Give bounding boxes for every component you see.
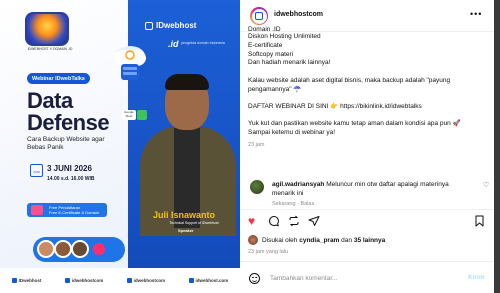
likes-user[interactable]: cyndia_pram [299,237,339,244]
footer-item: IDwebhost [11,278,41,283]
caption-paragraph: Kalau website adalah aset digital bisnis… [248,76,451,93]
footer-item: idwebhostcom [64,278,103,283]
play-icon [93,243,105,255]
calendar-icon: JUNI [30,164,43,177]
comment-username[interactable]: agil.wadriansyah [272,181,324,188]
profile-username[interactable]: idwebhostcom [274,11,323,18]
avatar [37,240,55,258]
comment-like-icon[interactable]: ♡ [483,181,489,189]
benefits-line2: Free E-Certificate & Domain [49,210,100,215]
reply-button[interactable]: Balas [300,201,314,207]
event-time: 14.00 s.d. 16.00 WIB [47,176,95,182]
speaker-label: Speaker [178,228,194,233]
tiktok-icon [126,278,132,283]
caption-paragraph: Diskon Hosting Unlimited E-certificate S… [248,33,331,67]
poster-subtitle: Cara Backup Website agar Bebas Panik [27,136,105,151]
post-image: IDWEBHOST X DOMAIN .ID IDwebhost .id pen… [0,0,240,293]
poster-title-line2: Defense [27,110,110,135]
idwebhost-logo-text: IDwebhost [156,21,197,30]
speaker-role: Technical Support of IDwebhost [169,221,219,225]
likes-prefix: Disukai oleh [262,236,298,244]
benefits-tag: Free Pendaftaran Free E-Certificate & Do… [27,203,107,217]
post-side-panel: idwebhostcom ••• Domain .ID Diskon Hosti… [240,0,494,293]
footer-item: idwebhostcom [126,278,165,283]
webinar-series-pill: Webinar IDwebTalks [27,73,90,84]
avatar [71,240,89,258]
caption-paragraph: Yuk kut dan pastikan website kamu tetap … [248,120,461,137]
domain-id-logo: .id [168,39,179,49]
idwebhost-logo: IDwebhost [145,21,196,30]
idwebhost-logo-icon [145,21,153,30]
avatar [248,235,258,245]
window-edge [494,0,500,293]
emoji-icon[interactable] [249,273,260,284]
poster-title: Data Defense [27,88,110,135]
gift-icon [31,205,43,215]
caption-timestamp: 23 jam [248,141,265,148]
poster-title-line1: Data [27,88,73,113]
webinar-badge-logo [25,12,69,46]
heart-icon[interactable]: ♥ [248,215,255,227]
avatar [54,240,72,258]
avatar[interactable] [250,180,264,194]
comment-icon[interactable] [268,215,280,227]
google-meet-logo: Google Meet [122,110,136,120]
bookmark-icon[interactable] [474,215,485,227]
likes-count[interactable]: 35 lainnya [354,237,385,244]
post-caption: Diskon Hosting Unlimited E-certificate S… [248,33,488,149]
comment-time: Sekarang [272,201,296,207]
comment-input[interactable] [270,270,440,286]
web-icon [188,278,194,283]
add-comment-bar: Kirim [240,261,494,293]
profile-avatar[interactable] [250,7,268,25]
idwebhost-avatar-icon [255,12,263,20]
speaker-name: Juli Isnawanto [153,210,216,220]
share-icon[interactable] [308,215,320,227]
badge-caption: IDWEBHOST X DOMAIN .ID [27,47,73,51]
post-actions-bar: ♥ [240,209,494,233]
caption-paragraph: DAFTAR WEBINAR DI SINI 👉 https://bikinli… [248,102,422,110]
domain-id-tagline: pengelola domain Indonesia [181,41,225,45]
globe-icon [11,278,17,283]
poster-footer: IDwebhost idwebhostcom idwebhostcom idwe… [0,268,240,293]
comment-text: agil.wadriansyah Meluncur min otw daftar… [272,180,472,198]
post-comment-button[interactable]: Kirim [468,274,485,281]
likes-mid: dan [341,236,353,244]
more-options-icon[interactable]: ••• [470,9,482,19]
likes-summary: Disukai oleh cyndia_pram dan 35 lainnya [248,235,385,245]
comment-meta: Sekarang · Balas [272,201,315,207]
post-timestamp: 23 jam yang lalu [248,249,289,255]
footer-item: idwebhost.com [188,278,228,283]
event-date: 3 JUNI 2026 [47,164,92,173]
caption-cut-line: Domain .ID [248,26,281,31]
instagram-icon [64,278,70,283]
repost-icon[interactable] [288,215,300,227]
